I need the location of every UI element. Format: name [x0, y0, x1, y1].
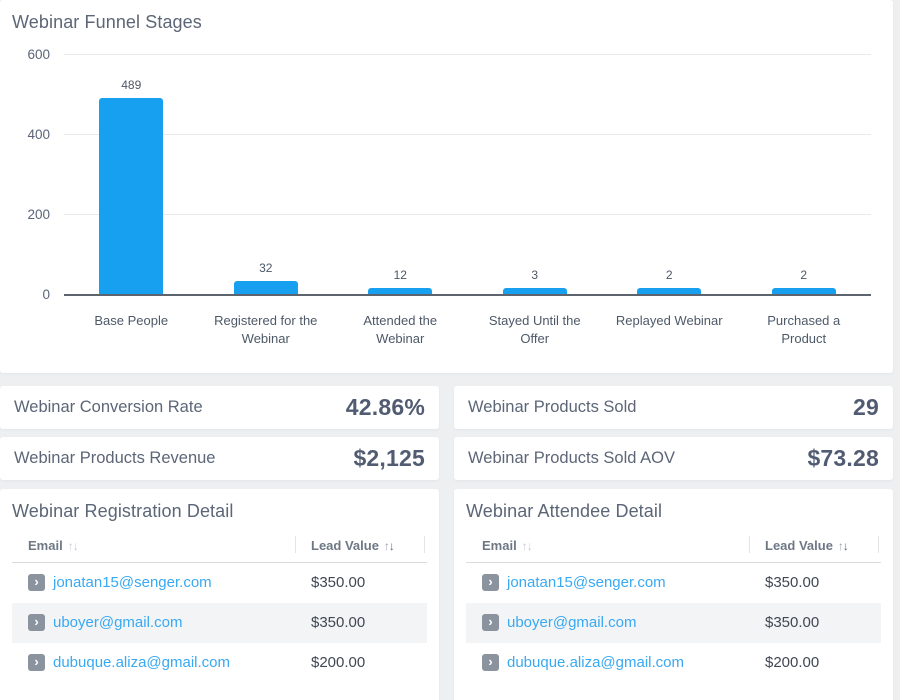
email-link[interactable]: uboyer@gmail.com: [507, 614, 636, 631]
table-title: Webinar Registration Detail: [12, 501, 234, 521]
chart-plot: 600 400 200 0 489 32 12 3 2 2: [27, 47, 872, 302]
category-label: Purchased a Product: [767, 313, 841, 346]
sort-descending-icon: ↓: [72, 539, 79, 553]
funnel-bar[interactable]: [233, 281, 298, 294]
table-row: › jonatan15@senger.com $350.00: [12, 563, 427, 603]
funnel-bar[interactable]: [771, 288, 836, 294]
category-label: Stayed Until the Offer: [488, 313, 581, 346]
lead-value-cell: $350.00: [765, 614, 820, 631]
chevron-right-icon[interactable]: ›: [482, 654, 499, 671]
lead-value-cell: $350.00: [765, 574, 820, 592]
email-link[interactable]: uboyer@gmail.com: [53, 614, 182, 631]
table-row: › uboyer@gmail.com $350.00: [466, 602, 881, 643]
chart-category-axis: Base People Registered for the Webinar Att…: [64, 296, 871, 347]
email-cell: › dubuque.aliza@gmail.com: [466, 643, 749, 683]
y-axis-tick-label: 600: [27, 47, 50, 62]
table-body: › jonatan15@senger.com $350.00 › uboyer@gmai…: [466, 563, 881, 683]
bar-value-label: 2: [665, 268, 673, 282]
kpi-label: Webinar Conversion Rate: [14, 398, 203, 416]
chevron-right-icon[interactable]: ›: [28, 614, 45, 631]
funnel-bar[interactable]: [637, 288, 702, 294]
bar-column: 2: [602, 56, 737, 294]
kpi-card-products-sold-aov: Webinar Products Sold AOV $73.28: [454, 437, 893, 480]
kpi-label: Webinar Products Sold AOV: [468, 449, 675, 467]
dashboard: Webinar Funnel Stages 600 400 200 0 489 32 12 3…: [0, 0, 893, 700]
lead-value-cell: $350.00: [311, 614, 366, 631]
table-row: › dubuque.aliza@gmail.com $200.00: [466, 643, 881, 683]
y-axis-tick-label: 200: [27, 207, 50, 222]
kpi-label: Webinar Products Sold: [468, 398, 637, 416]
sort-descending-icon: ↓: [526, 539, 533, 553]
column-header-lead-value[interactable]: Lead Value ↑↓: [295, 532, 427, 563]
column-header-email[interactable]: Email ↑↓: [12, 532, 295, 563]
funnel-bar[interactable]: [502, 288, 567, 294]
gridline: [64, 54, 871, 55]
y-axis-tick-label: 0: [42, 287, 50, 302]
kpi-value: $2,125: [353, 445, 425, 471]
tables-grid: Webinar Registration Detail Email ↑↓ Lead…: [0, 489, 893, 700]
funnel-chart-card: Webinar Funnel Stages 600 400 200 0 489 32 12 3…: [0, 0, 893, 373]
registration-detail-table: Email ↑↓ Lead Value ↑↓ › jonatan15@senger.c…: [12, 532, 427, 683]
funnel-bar[interactable]: [368, 288, 433, 294]
email-cell: › jonatan15@senger.com: [466, 563, 749, 603]
email-cell: › uboyer@gmail.com: [12, 603, 295, 643]
category-label: Replayed Webinar: [615, 313, 723, 328]
bar-value-label: 2: [800, 268, 808, 282]
chevron-right-icon[interactable]: ›: [482, 574, 499, 592]
kpi-card-products-sold: Webinar Products Sold 29: [454, 386, 893, 429]
category-label: Base People: [94, 313, 169, 328]
funnel-bar[interactable]: [99, 98, 164, 294]
email-link[interactable]: dubuque.aliza@gmail.com: [53, 654, 230, 671]
chart-title: Webinar Funnel Stages: [12, 12, 202, 32]
category-label: Registered for the Webinar: [214, 313, 318, 346]
attendee-detail-card: Webinar Attendee Detail Email ↑↓ Lead Val…: [454, 489, 893, 700]
email-cell: › jonatan15@senger.com: [12, 563, 295, 603]
table-row: › jonatan15@senger.com $350.00: [466, 563, 881, 603]
kpi-grid: Webinar Conversion Rate 42.86% Webinar P…: [0, 386, 893, 480]
table-body: › jonatan15@senger.com $350.00 › uboyer@gmai…: [12, 563, 427, 683]
table-row: › dubuque.aliza@gmail.com $200.00: [12, 643, 427, 683]
email-link[interactable]: dubuque.aliza@gmail.com: [507, 654, 684, 671]
sort-descending-icon: ↓: [388, 539, 395, 553]
kpi-label: Webinar Products Revenue: [14, 449, 216, 467]
column-header-lead-value[interactable]: Lead Value ↑↓: [749, 532, 881, 563]
kpi-value: $73.28: [807, 445, 879, 471]
email-cell: › dubuque.aliza@gmail.com: [12, 643, 295, 683]
attendee-detail-table: Email ↑↓ Lead Value ↑↓ › jonatan15@senger.c…: [466, 532, 881, 683]
chevron-right-icon[interactable]: ›: [28, 574, 45, 592]
kpi-value: 42.86%: [345, 394, 425, 420]
chevron-right-icon[interactable]: ›: [482, 614, 499, 631]
kpi-value: 29: [853, 394, 879, 420]
y-axis-tick-label: 400: [27, 127, 50, 142]
email-link[interactable]: jonatan15@senger.com: [507, 574, 666, 591]
bar-value-label: 32: [259, 261, 273, 275]
kpi-card-products-revenue: Webinar Products Revenue $2,125: [0, 437, 439, 480]
lead-value-cell: $350.00: [311, 574, 366, 592]
bar-column: 489: [64, 56, 199, 294]
bar-column: 3: [468, 56, 603, 294]
bar-column: 2: [737, 56, 872, 294]
bar-value-label: 489: [121, 78, 142, 92]
chevron-right-icon[interactable]: ›: [28, 654, 45, 671]
lead-value-cell: $200.00: [765, 654, 820, 671]
kpi-card-conversion-rate: Webinar Conversion Rate 42.86%: [0, 386, 439, 429]
bar-value-label: 12: [393, 268, 407, 282]
lead-value-cell: $200.00: [311, 654, 366, 671]
email-link[interactable]: jonatan15@senger.com: [53, 574, 212, 591]
table-row: › uboyer@gmail.com $350.00: [12, 602, 427, 643]
sort-descending-icon: ↓: [842, 539, 849, 553]
bar-column: 32: [199, 56, 334, 294]
bar-value-label: 3: [531, 268, 539, 282]
registration-detail-card: Webinar Registration Detail Email ↑↓ Lead…: [0, 489, 439, 700]
bar-column: 12: [333, 56, 468, 294]
column-header-email[interactable]: Email ↑↓: [466, 532, 749, 563]
email-cell: › uboyer@gmail.com: [466, 603, 749, 643]
category-label: Attended the Webinar: [363, 313, 438, 346]
table-title: Webinar Attendee Detail: [466, 501, 663, 521]
